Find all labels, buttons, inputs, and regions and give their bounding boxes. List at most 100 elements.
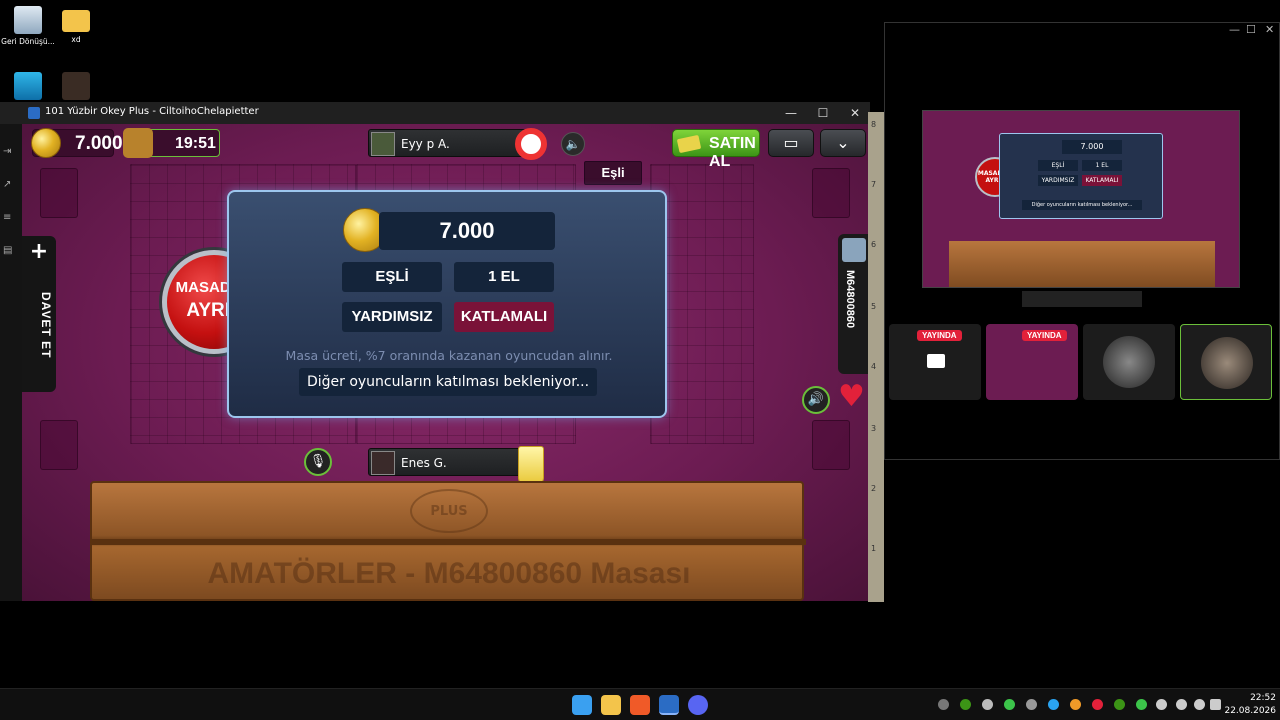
avatar — [371, 132, 395, 156]
preview-option: KATLAMALI — [1082, 175, 1122, 186]
live-badge: YAYINDA — [917, 330, 962, 341]
tray-icon[interactable] — [960, 699, 971, 710]
monitor-graphic — [14, 72, 42, 100]
doc-icon[interactable]: ▤ — [3, 245, 22, 256]
invite-panel[interactable]: + DAVET ET — [22, 236, 56, 392]
side-ruler: 8 7 6 5 4 3 2 1 — [868, 112, 884, 602]
tray-icon[interactable] — [1070, 699, 1081, 710]
microphone-icon[interactable] — [1156, 699, 1167, 710]
clock[interactable]: 22:52 22.08.2026 — [1224, 692, 1276, 718]
preview-fee: 7.000 — [1062, 140, 1122, 154]
preview-thumbnail-strip[interactable] — [1022, 291, 1142, 307]
option-no-help: YARDIMSIZ — [342, 302, 442, 332]
tray-icon[interactable] — [1004, 699, 1015, 710]
start-icon[interactable] — [572, 695, 592, 715]
avatar — [1201, 337, 1253, 389]
chat-icon: ▭ — [783, 133, 799, 152]
invite-label: DAVET ET — [39, 292, 53, 359]
speaker-icon[interactable]: 🔊 — [802, 386, 830, 414]
close-button[interactable]: ✕ — [1265, 23, 1274, 36]
table-info-dialog: 7.000 EŞLİ 1 EL YARDIMSIZ KATLAMALI Masa… — [227, 190, 667, 418]
player-tag-bottom[interactable]: Enes G. — [368, 448, 528, 476]
buy-button[interactable]: SATIN AL — [672, 129, 760, 170]
window-titlebar[interactable]: 101 Yüzbir Okey Plus - CiltoihoChelapiet… — [0, 102, 870, 124]
participant-thumbnail[interactable] — [1083, 324, 1175, 400]
battery-icon[interactable] — [1210, 699, 1221, 710]
clock-date: 22.08.2026 — [1224, 706, 1276, 716]
discord-icon[interactable] — [688, 695, 708, 715]
chip-amount: 7.000 — [75, 133, 123, 154]
tray-icon[interactable] — [1092, 699, 1103, 710]
chip-balance: 7.000 — [31, 128, 123, 158]
left-sidebar-strip: ⇥ ↗ ≡ ▤ — [0, 124, 22, 601]
ruler-mark: 6 — [871, 240, 877, 249]
ruler-mark: 5 — [871, 302, 877, 311]
player-name: M64800860 — [844, 270, 856, 329]
close-button[interactable]: ✕ — [840, 104, 870, 122]
minimize-button[interactable]: — — [1229, 23, 1240, 36]
folder-icon[interactable]: xd — [48, 6, 104, 44]
table-name: AMATÖRLER - M64800860 Masası — [207, 557, 691, 590]
chat-button[interactable]: ▭ — [768, 129, 814, 157]
image-file-icon[interactable] — [48, 72, 104, 103]
tray-icon[interactable] — [938, 699, 949, 710]
buy-label: SATIN AL — [709, 135, 756, 170]
stream-preview-window: — ☐ ✕ MASADAN AYRIL 7.000 EŞLİ 1 EL YARD… — [884, 22, 1280, 460]
treasure-chest-icon[interactable] — [123, 128, 153, 158]
speaker-icon[interactable]: 🔈 — [561, 132, 585, 156]
option-doubling: KATLAMALI — [454, 302, 554, 332]
option-rounds: 1 EL — [454, 262, 554, 292]
option-team: EŞLİ — [342, 262, 442, 292]
fee-note: Masa ücreti, %7 oranında kazanan oyuncud… — [285, 348, 613, 363]
microphone-icon[interactable]: 🎙 — [304, 448, 332, 476]
folder-label: xd — [71, 35, 81, 44]
tray-icon[interactable] — [1114, 699, 1125, 710]
ruler-mark: 7 — [871, 180, 877, 189]
lemonade-icon[interactable] — [518, 446, 544, 484]
folder-graphic — [62, 10, 90, 32]
tile-slot — [812, 168, 850, 218]
maximize-button[interactable]: ☐ — [1246, 23, 1256, 36]
file-explorer-icon[interactable] — [601, 695, 621, 715]
game-stream-thumbnail[interactable]: YAYINDA — [986, 324, 1078, 400]
participant-thumbnail-active[interactable] — [1180, 324, 1272, 400]
minimize-button[interactable]: — — [776, 104, 806, 122]
volume-icon[interactable] — [1194, 699, 1205, 710]
share-icon[interactable]: ↗ — [3, 179, 22, 190]
recycle-bin-label: Geri Dönüşü... — [1, 37, 55, 46]
network-icon[interactable] — [1176, 699, 1187, 710]
browser-icon[interactable] — [630, 695, 650, 715]
tile-slot — [40, 168, 78, 218]
game-app-icon[interactable] — [659, 695, 679, 715]
tray-icon[interactable] — [1048, 699, 1059, 710]
stream-preview[interactable]: MASADAN AYRIL 7.000 EŞLİ 1 EL YARDIMSIZ … — [922, 110, 1240, 288]
preview-option: 1 EL — [1082, 160, 1122, 171]
ruler-mark: 4 — [871, 362, 877, 371]
screen-share-thumbnail[interactable]: YAYINDA — [889, 324, 981, 400]
settings-icon[interactable]: ≡ — [3, 212, 22, 223]
avatar — [842, 238, 866, 262]
plus-icon[interactable]: + — [29, 241, 49, 263]
maximize-button[interactable]: ☐ — [808, 104, 838, 122]
menu-dropdown-button[interactable]: ⌄ — [820, 129, 866, 157]
clock-time: 22:52 — [1250, 693, 1276, 703]
tile-slot — [40, 420, 78, 470]
monitor-icon — [927, 354, 945, 368]
tile-rack[interactable]: PLUS AMATÖRLER - M64800860 Masası — [90, 481, 806, 601]
player-tag-top[interactable]: Eyy p A. — [368, 129, 528, 157]
image-thumbnail — [62, 72, 90, 100]
preview-dialog: 7.000 EŞLİ 1 EL YARDIMSIZ KATLAMALI Diğe… — [999, 133, 1163, 219]
game-window: 101 Yüzbir Okey Plus - CiltoihoChelapiet… — [0, 102, 870, 601]
tray-icon[interactable] — [1136, 699, 1147, 710]
player-tag-right[interactable]: M64800860 — [838, 234, 870, 374]
coin-icon — [31, 128, 61, 158]
tray-icon[interactable] — [1026, 699, 1037, 710]
preview-waiting: Diğer oyuncuların katılması bekleniyor..… — [1022, 200, 1142, 210]
preview-option: YARDIMSIZ — [1038, 175, 1078, 186]
lifebuoy-icon[interactable] — [515, 128, 547, 160]
exit-icon[interactable]: ⇥ — [3, 146, 22, 157]
preview-rack — [949, 241, 1215, 287]
tray-icon[interactable] — [982, 699, 993, 710]
heart-icon[interactable]: ♥ — [838, 382, 865, 412]
game-board: 7.000 19:51 Eyy p A. 🔈 SATIN AL ▭ ⌄ Eşli… — [22, 124, 870, 601]
